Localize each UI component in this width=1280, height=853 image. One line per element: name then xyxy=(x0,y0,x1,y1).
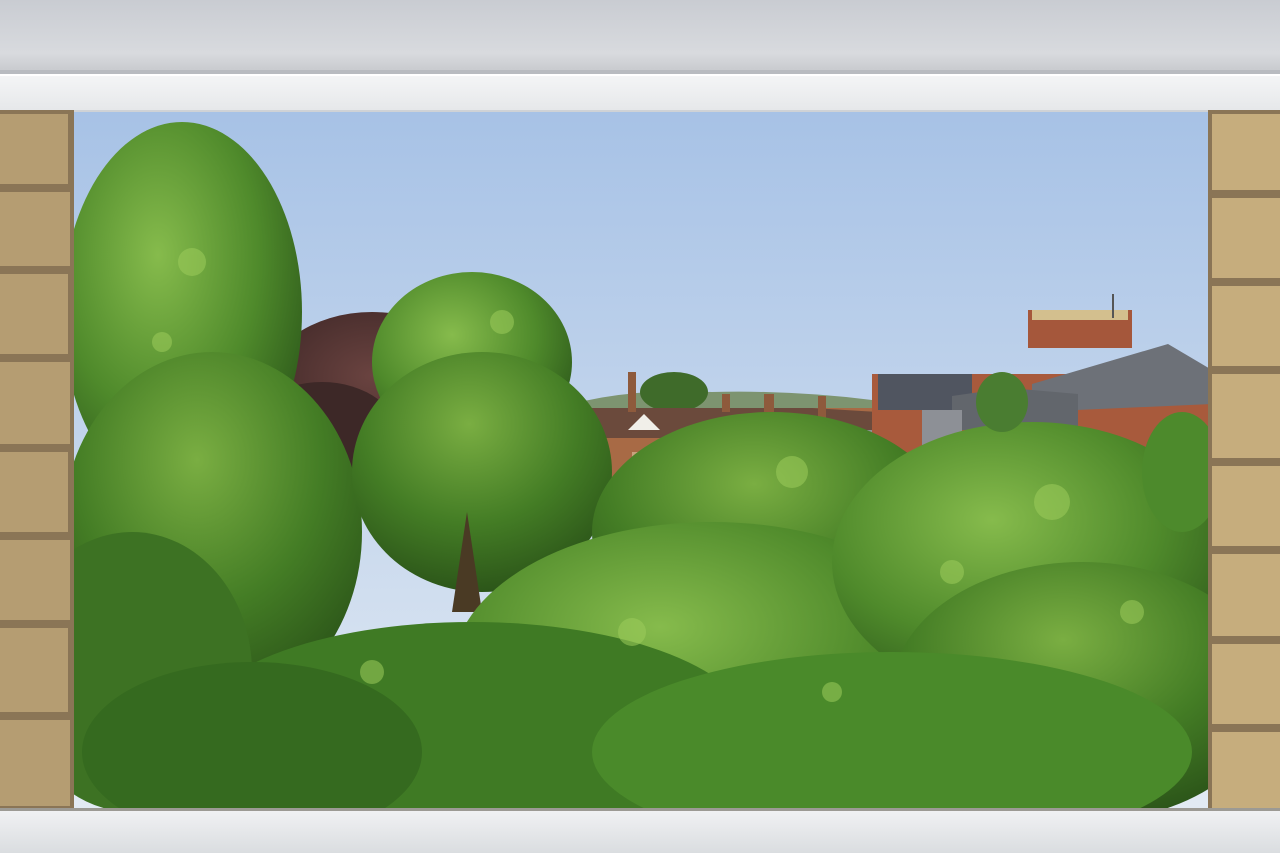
window-view-photo xyxy=(0,0,1280,853)
distant-tree xyxy=(640,372,708,412)
landscape-illustration xyxy=(72,112,1212,808)
window-sill xyxy=(0,808,1280,853)
window-frame-rail xyxy=(0,74,1280,112)
brick-jamb-left xyxy=(0,110,74,810)
outdoor-view xyxy=(72,112,1212,808)
brick-jamb-right xyxy=(1208,110,1280,810)
window-frame-top xyxy=(0,0,1280,76)
